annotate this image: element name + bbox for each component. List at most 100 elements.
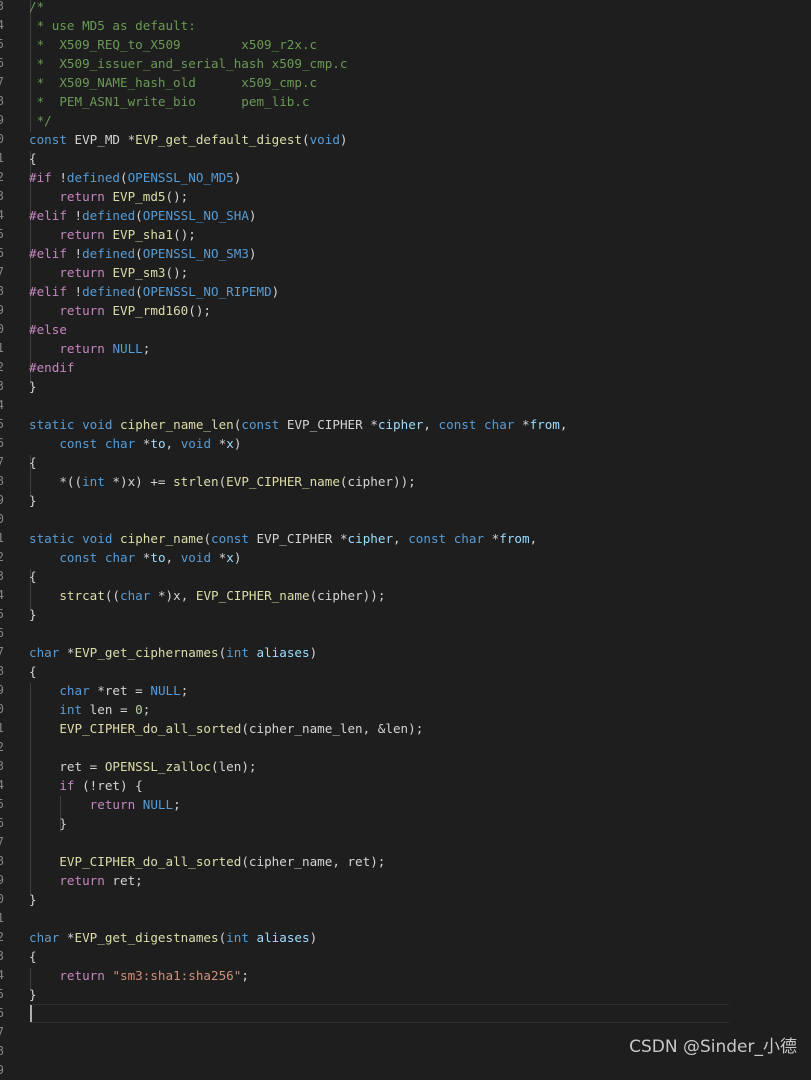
- line-number: 1: [0, 341, 4, 355]
- line-number: 3: [0, 379, 4, 393]
- code-token: EVP_CIPHER_do_all_sorted: [59, 854, 242, 869]
- code-token: ();: [173, 227, 196, 242]
- line-number: 8: [0, 664, 4, 678]
- code-token: void: [180, 436, 212, 451]
- code-line: #elif !defined(OPENSSL_NO_SHA): [29, 206, 257, 225]
- line-number: 3: [0, 949, 4, 963]
- code-token: cipher: [377, 417, 424, 432]
- code-token: char: [29, 930, 60, 945]
- code-line: EVP_CIPHER_do_all_sorted(cipher_name, re…: [29, 852, 385, 871]
- code-token: (: [120, 170, 128, 185]
- code-line: return NULL;: [29, 795, 181, 814]
- code-line: const EVP_MD *EVP_get_default_digest(voi…: [29, 130, 348, 149]
- code-token: char: [104, 436, 136, 451]
- code-token: ;: [241, 968, 249, 983]
- line-number: 7: [0, 1025, 4, 1039]
- code-token: (: [203, 531, 212, 546]
- line-number: 4: [0, 18, 4, 32]
- line-number: 6: [0, 626, 4, 640]
- code-token: void: [309, 132, 340, 147]
- line-number: 7: [0, 645, 4, 659]
- code-token: #if: [29, 170, 52, 185]
- code-token: ): [248, 246, 257, 261]
- code-token: * PEM_ASN1_write_bio pem_lib.c: [29, 94, 310, 109]
- line-number: 1: [0, 911, 4, 925]
- code-token: cipher_name_len: [120, 417, 234, 432]
- code-token: *)x) +=: [104, 474, 174, 489]
- line-number: 2: [0, 740, 4, 754]
- code-token: ): [339, 132, 348, 147]
- code-token: const: [59, 550, 98, 565]
- code-token: static: [29, 531, 75, 546]
- code-token: }: [29, 493, 37, 508]
- code-token: char: [484, 417, 515, 432]
- code-token: ): [233, 170, 242, 185]
- line-number: 2: [0, 170, 4, 184]
- code-token: return: [59, 265, 105, 280]
- code-token: ,: [165, 550, 181, 565]
- code-token: char: [104, 550, 136, 565]
- line-number: 4: [0, 588, 4, 602]
- code-token: (len);: [210, 759, 257, 774]
- code-line: }: [29, 491, 37, 510]
- code-line: return ret;: [29, 871, 142, 890]
- code-token: char: [453, 531, 485, 546]
- line-number: 8: [0, 474, 4, 488]
- code-token: return: [59, 227, 105, 242]
- code-token: OPENSSL_zalloc: [104, 759, 211, 774]
- code-token: ;: [180, 683, 189, 698]
- code-token: (cipher_name_len, &len);: [241, 721, 424, 736]
- code-token: EVP_CIPHER *: [248, 531, 348, 546]
- code-token: !: [66, 208, 83, 223]
- code-token: EVP_CIPHER_name: [226, 474, 340, 489]
- line-number: 6: [0, 246, 4, 260]
- code-token: const: [211, 531, 249, 546]
- code-token: {: [29, 664, 37, 679]
- line-number: 7: [0, 835, 4, 849]
- code-token: ,: [393, 531, 409, 546]
- code-line: #elif !defined(OPENSSL_NO_RIPEMD): [29, 282, 279, 301]
- line-number: 1: [0, 151, 4, 165]
- code-line: #endif: [29, 358, 75, 377]
- code-line: {: [29, 567, 37, 586]
- code-line: return NULL;: [29, 339, 150, 358]
- code-token: */: [29, 113, 52, 128]
- line-number: 6: [0, 816, 4, 830]
- code-token: int: [82, 474, 105, 489]
- code-token: EVP_get_ciphernames: [74, 645, 219, 660]
- code-token: {: [29, 455, 37, 470]
- line-number: 7: [0, 75, 4, 89]
- code-token: #elif: [29, 246, 67, 261]
- line-number: 5: [0, 37, 4, 51]
- code-line: #elif !defined(OPENSSL_NO_SM3): [29, 244, 257, 263]
- code-token: OPENSSL_NO_RIPEMD: [142, 284, 272, 299]
- code-token: EVP_rmd160: [112, 303, 189, 318]
- code-line: static void cipher_name_len(const EVP_CI…: [29, 415, 568, 434]
- code-line: * X509_issuer_and_serial_hash x509_cmp.c: [29, 54, 348, 73]
- code-token: aliases: [256, 645, 310, 660]
- line-number: 8: [0, 854, 4, 868]
- code-token: return: [59, 189, 105, 204]
- code-token: (: [135, 284, 143, 299]
- code-editor[interactable]: 3 4 5 6 7 8 9 0 1 2 3 4 5 6 7 8 9 0 1 2 3 4 5 6 7 8 9 0 1 2 3 4 5 6 7 8 9 0 1 2…: [0, 0, 811, 1077]
- code-line: EVP_CIPHER_do_all_sorted(cipher_name_len…: [29, 719, 423, 738]
- code-token: #elif: [29, 284, 67, 299]
- code-token: EVP_sha1: [112, 227, 174, 242]
- code-line: int len = 0;: [29, 700, 150, 719]
- code-token: EVP_md5: [112, 189, 166, 204]
- code-line: #else: [29, 320, 67, 339]
- line-number: 9: [0, 493, 4, 507]
- code-token: *: [135, 550, 151, 565]
- code-token: strcat: [59, 588, 105, 603]
